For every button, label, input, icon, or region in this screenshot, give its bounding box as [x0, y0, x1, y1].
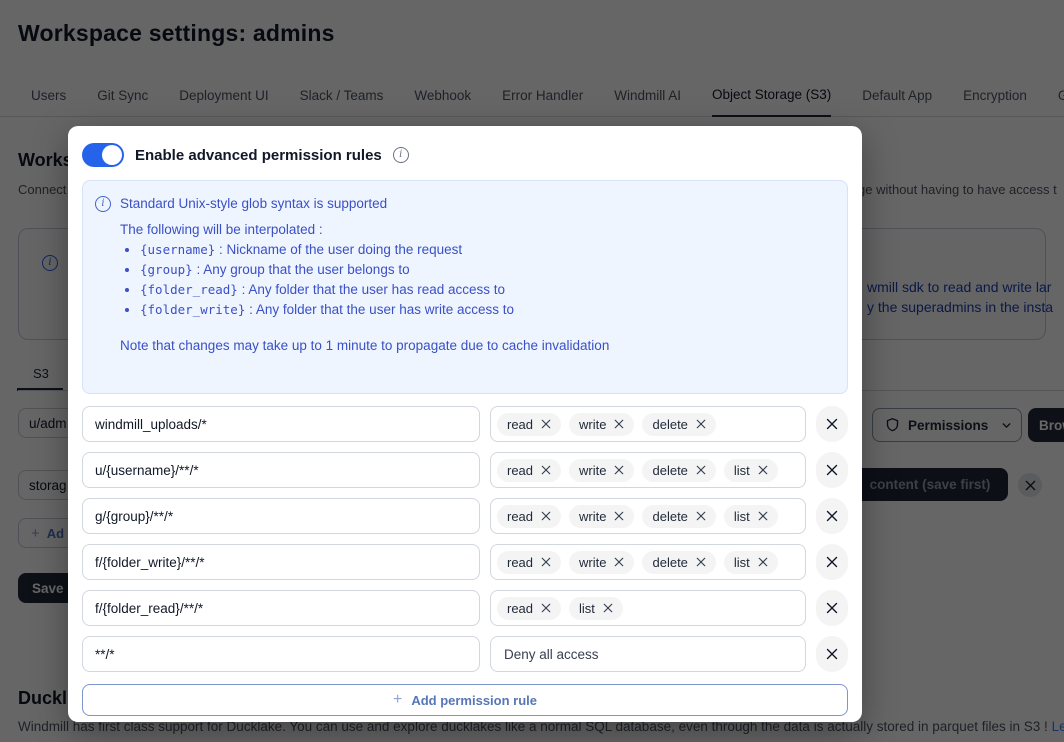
pattern-input[interactable] — [82, 544, 480, 580]
pattern-input[interactable] — [82, 406, 480, 442]
cache-note: Note that changes may take up to 1 minut… — [120, 338, 610, 353]
list-item: {group} : Any group that the user belong… — [140, 260, 831, 280]
permission-tag: delete — [642, 412, 716, 436]
interpolation-list: {username} : Nickname of the user doing … — [120, 240, 831, 320]
remove-tag-icon[interactable] — [541, 465, 551, 475]
close-icon — [826, 602, 838, 614]
pattern-input[interactable] — [82, 498, 480, 534]
remove-tag-icon[interactable] — [614, 465, 624, 475]
permission-rule-row: read write delete list — [82, 544, 848, 580]
remove-tag-icon[interactable] — [758, 511, 768, 521]
permission-tag: write — [569, 412, 635, 436]
remove-tag-icon[interactable] — [541, 557, 551, 567]
plus-icon: + — [392, 691, 403, 708]
permission-rule-row: read write delete list — [82, 452, 848, 488]
panel-intro: The following will be interpolated : — [120, 222, 323, 237]
permission-rules-list: read write delete read write delete list… — [82, 406, 848, 672]
permission-tag: delete — [642, 458, 716, 482]
toggle-knob — [102, 145, 122, 165]
enable-toggle-row: Enable advanced permission rules i — [82, 143, 848, 167]
close-icon — [826, 556, 838, 568]
toggle-label: Enable advanced permission rules — [135, 146, 382, 164]
permission-tag: delete — [642, 550, 716, 574]
advanced-permission-rules-modal: Enable advanced permission rules i i Sta… — [68, 126, 862, 722]
permission-tag: delete — [642, 504, 716, 528]
remove-rule-button[interactable] — [816, 406, 848, 442]
info-icon: i — [95, 196, 111, 212]
permissions-tags-box[interactable]: read write delete list — [490, 498, 806, 534]
remove-tag-icon[interactable] — [696, 511, 706, 521]
info-icon[interactable]: i — [392, 147, 409, 163]
permission-rule-row: read list — [82, 590, 848, 626]
permission-tag: list — [723, 550, 778, 574]
remove-rule-button[interactable] — [816, 590, 848, 626]
list-item: {username} : Nickname of the user doing … — [140, 240, 831, 260]
remove-rule-button[interactable] — [816, 498, 848, 534]
permission-tag: read — [497, 596, 562, 620]
pattern-input[interactable] — [82, 590, 480, 626]
remove-tag-icon[interactable] — [758, 557, 768, 567]
permissions-tags-box[interactable]: read write delete — [490, 406, 806, 442]
permission-rule-row: read write delete — [82, 406, 848, 442]
remove-tag-icon[interactable] — [541, 419, 551, 429]
permission-tag: list — [569, 596, 623, 620]
deny-all-access-label: Deny all access — [504, 646, 599, 662]
permissions-tags-box[interactable]: Deny all access — [490, 636, 806, 672]
remove-tag-icon[interactable] — [614, 557, 624, 567]
permissions-tags-box[interactable]: read write delete list — [490, 544, 806, 580]
close-icon — [826, 648, 838, 660]
close-icon — [826, 510, 838, 522]
close-icon — [826, 464, 838, 476]
permission-tag: read — [497, 412, 562, 436]
permission-tag: list — [723, 504, 778, 528]
permission-tag: write — [569, 550, 635, 574]
remove-rule-button[interactable] — [816, 544, 848, 580]
remove-tag-icon[interactable] — [614, 511, 624, 521]
remove-tag-icon[interactable] — [541, 603, 551, 613]
remove-rule-button[interactable] — [816, 636, 848, 672]
pattern-input[interactable] — [82, 452, 480, 488]
permission-tag: write — [569, 504, 635, 528]
add-permission-rule-button[interactable]: + Add permission rule — [82, 684, 848, 716]
remove-tag-icon[interactable] — [696, 465, 706, 475]
remove-tag-icon[interactable] — [603, 603, 613, 613]
pattern-input[interactable] — [82, 636, 480, 672]
remove-tag-icon[interactable] — [758, 465, 768, 475]
permission-tag: read — [497, 458, 562, 482]
remove-tag-icon[interactable] — [614, 419, 624, 429]
remove-rule-button[interactable] — [816, 452, 848, 488]
permissions-tags-box[interactable]: read write delete list — [490, 452, 806, 488]
close-icon — [826, 418, 838, 430]
list-item: {folder_read} : Any folder that the user… — [140, 280, 831, 300]
enable-advanced-permissions-toggle[interactable] — [82, 143, 124, 167]
permission-rule-row: read write delete list — [82, 498, 848, 534]
panel-title: Standard Unix-style glob syntax is suppo… — [120, 196, 388, 211]
permission-rule-row: Deny all access — [82, 636, 848, 672]
remove-tag-icon[interactable] — [696, 557, 706, 567]
glob-syntax-info-panel: i Standard Unix-style glob syntax is sup… — [82, 180, 848, 394]
permission-tag: list — [723, 458, 778, 482]
remove-tag-icon[interactable] — [696, 419, 706, 429]
list-item: {folder_write} : Any folder that the use… — [140, 300, 831, 320]
permission-tag: read — [497, 504, 562, 528]
permission-tag: write — [569, 458, 635, 482]
permission-tag: read — [497, 550, 562, 574]
permissions-tags-box[interactable]: read list — [490, 590, 806, 626]
remove-tag-icon[interactable] — [541, 511, 551, 521]
